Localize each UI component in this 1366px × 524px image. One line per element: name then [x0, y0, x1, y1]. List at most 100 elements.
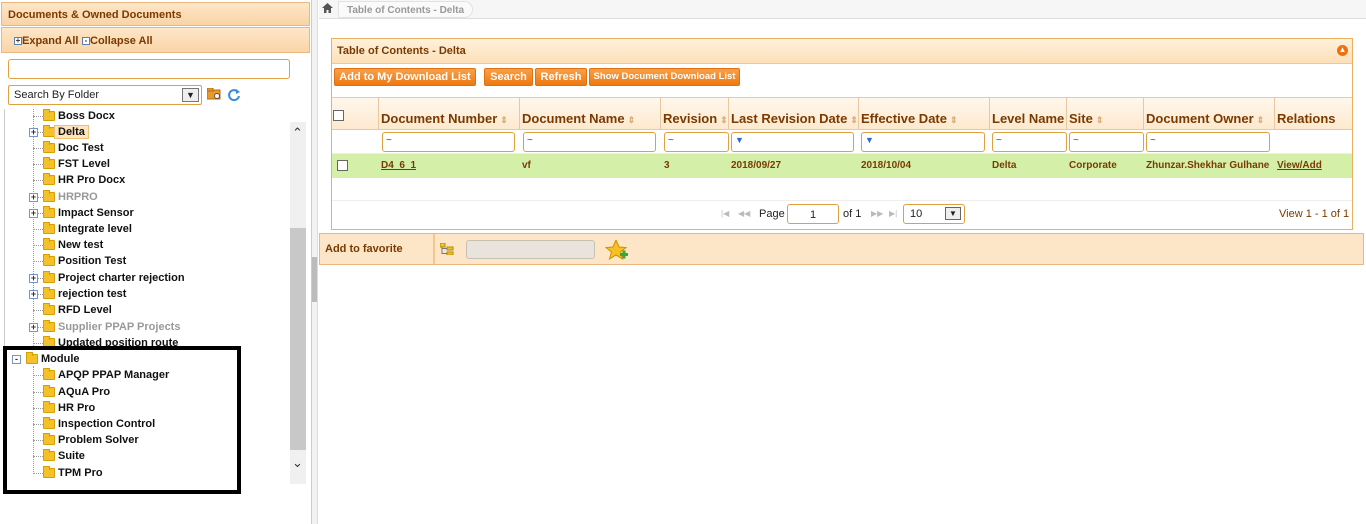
tree-item[interactable]: Boss Docx	[5, 109, 290, 124]
collapse-panel-icon[interactable]: ▲	[1337, 45, 1348, 56]
filter-revision[interactable]: ~	[664, 132, 729, 152]
tree-item-label: Doc Test	[58, 142, 104, 154]
filter-effective-date[interactable]: ▼	[861, 132, 985, 152]
expand-node-icon[interactable]: +	[29, 193, 38, 202]
tree-connector	[33, 424, 43, 425]
scroll-up-icon[interactable]: ⌃	[292, 125, 303, 141]
tree-connector	[33, 229, 43, 230]
column-header-site[interactable]: Site ⇕	[1067, 97, 1144, 130]
expand-node-icon[interactable]: +	[29, 274, 38, 283]
tree-item[interactable]: + Delta	[5, 125, 290, 140]
column-header-last-revision-date[interactable]: Last Revision Date ⇕	[729, 97, 859, 130]
expand-node-icon[interactable]: +	[29, 128, 38, 137]
refresh-button[interactable]: Refresh	[535, 68, 587, 86]
filter-site[interactable]: ~	[1069, 132, 1144, 152]
filter-level-name[interactable]: ~	[992, 132, 1067, 152]
tree-item-label: rejection test	[58, 288, 127, 300]
tree-item[interactable]: + Project charter rejection	[5, 271, 290, 286]
module-item-label: AQuA Pro	[58, 386, 111, 398]
module-item-label: Problem Solver	[58, 434, 139, 446]
folder-tree-icon[interactable]	[440, 243, 454, 255]
favorite-separator	[433, 234, 435, 264]
sort-icon: ⇕	[1256, 115, 1265, 125]
expand-node-icon[interactable]: +	[29, 323, 38, 332]
folder-icon	[43, 303, 55, 315]
page-size-select[interactable]: 10 ▼	[903, 204, 965, 224]
folder-icon	[43, 417, 55, 429]
tree-item[interactable]: + Impact Sensor	[5, 206, 290, 221]
module-item[interactable]: Inspection Control	[5, 417, 290, 432]
tree-item[interactable]: + rejection test	[5, 287, 290, 302]
show-download-list-button[interactable]: Show Document Download List	[589, 68, 740, 86]
column-header-level-name[interactable]: Level Name	[990, 97, 1067, 130]
chevron-down-icon: ▼	[182, 88, 199, 102]
first-page-icon[interactable]: |◀	[721, 209, 729, 218]
site-cell: Corporate	[1069, 160, 1117, 171]
collapse-node-icon[interactable]: -	[12, 355, 21, 364]
search-by-select[interactable]: Search By Folder ▼	[8, 85, 202, 105]
search-button[interactable]: Search	[484, 68, 533, 86]
scroll-down-icon[interactable]: ⌄	[292, 455, 303, 471]
column-header-effective-date[interactable]: Effective Date ⇕	[859, 97, 990, 130]
tree-item[interactable]: New test	[5, 238, 290, 253]
prev-page-icon[interactable]: ◀◀	[738, 209, 750, 218]
document-number-link[interactable]: D4_6_1	[381, 160, 416, 171]
expand-all-button[interactable]: + Expand All	[14, 35, 78, 47]
module-item[interactable]: TPM Pro	[5, 466, 290, 481]
module-item[interactable]: HR Pro	[5, 401, 290, 416]
tree-scrollbar-thumb[interactable]	[290, 228, 306, 450]
favorite-name-input[interactable]	[466, 240, 595, 259]
column-header-document-owner[interactable]: Document Owner ⇕	[1144, 97, 1275, 130]
tree-item[interactable]: Doc Test	[5, 141, 290, 156]
tree-item-module[interactable]: - Module	[5, 352, 290, 367]
expand-node-icon[interactable]: +	[29, 209, 38, 218]
tree-item-label: Integrate level	[58, 223, 132, 235]
splitter-handle[interactable]	[312, 257, 317, 302]
column-header-revision[interactable]: Revision ⇕	[661, 97, 729, 130]
home-icon[interactable]	[322, 3, 333, 14]
tree-item[interactable]: RFD Level	[5, 303, 290, 318]
last-page-icon[interactable]: ▶|	[889, 209, 897, 218]
tree-item[interactable]: HR Pro Docx	[5, 173, 290, 188]
filter-document-owner[interactable]: ~	[1146, 132, 1270, 152]
tree-item[interactable]: FST Level	[5, 157, 290, 172]
row-checkbox[interactable]	[337, 160, 348, 171]
relations-view-add-link[interactable]: View/Add	[1277, 160, 1322, 171]
tree-toolbar: + Expand All - Collapse All	[1, 27, 310, 53]
select-all-checkbox[interactable]	[333, 110, 344, 121]
tree-item-label: New test	[58, 239, 104, 251]
tree-item[interactable]: Integrate level	[5, 222, 290, 237]
filter-last-revision-date[interactable]: ▼	[731, 132, 854, 152]
next-page-icon[interactable]: ▶▶	[871, 209, 883, 218]
folder-icon	[43, 238, 55, 250]
column-header-document-number[interactable]: Document Number ⇕	[379, 97, 520, 130]
tree-item[interactable]: Updated position route	[5, 336, 290, 351]
filter-document-name[interactable]: ~	[523, 132, 656, 152]
folder-icon	[43, 320, 55, 332]
filter-document-number[interactable]: ~	[382, 132, 515, 152]
page-of-label: of 1	[843, 208, 862, 220]
tree-item[interactable]: Position Test	[5, 254, 290, 269]
module-item[interactable]: APQP PPAP Manager	[5, 368, 290, 383]
tree-search-input[interactable]	[8, 59, 290, 79]
tree-item-label: Updated position route	[58, 337, 179, 349]
refresh-icon[interactable]	[227, 88, 241, 102]
sort-icon: ⇕	[627, 115, 636, 125]
column-header-document-name[interactable]: Document Name ⇕	[520, 97, 661, 130]
sort-icon: ⇕	[1095, 115, 1104, 125]
sort-icon: ⇕	[850, 115, 858, 125]
module-item[interactable]: Problem Solver	[5, 433, 290, 448]
add-favorite-star-icon[interactable]	[605, 240, 629, 262]
tree-item[interactable]: + HRPRO	[5, 190, 290, 205]
collapse-all-button[interactable]: - Collapse All	[82, 35, 153, 47]
add-to-download-list-button[interactable]: Add to My Download List	[334, 68, 476, 86]
page-number-input[interactable]: 1	[787, 204, 839, 224]
expand-node-icon[interactable]: +	[29, 290, 38, 299]
tree-item[interactable]: + Supplier PPAP Projects	[5, 320, 290, 335]
folder-icon	[43, 368, 55, 380]
tree-connector	[33, 116, 43, 117]
module-item[interactable]: AQuA Pro	[5, 385, 290, 400]
folder-search-icon[interactable]	[207, 88, 221, 100]
module-item[interactable]: Suite	[5, 449, 290, 464]
tree-connector	[33, 456, 43, 457]
